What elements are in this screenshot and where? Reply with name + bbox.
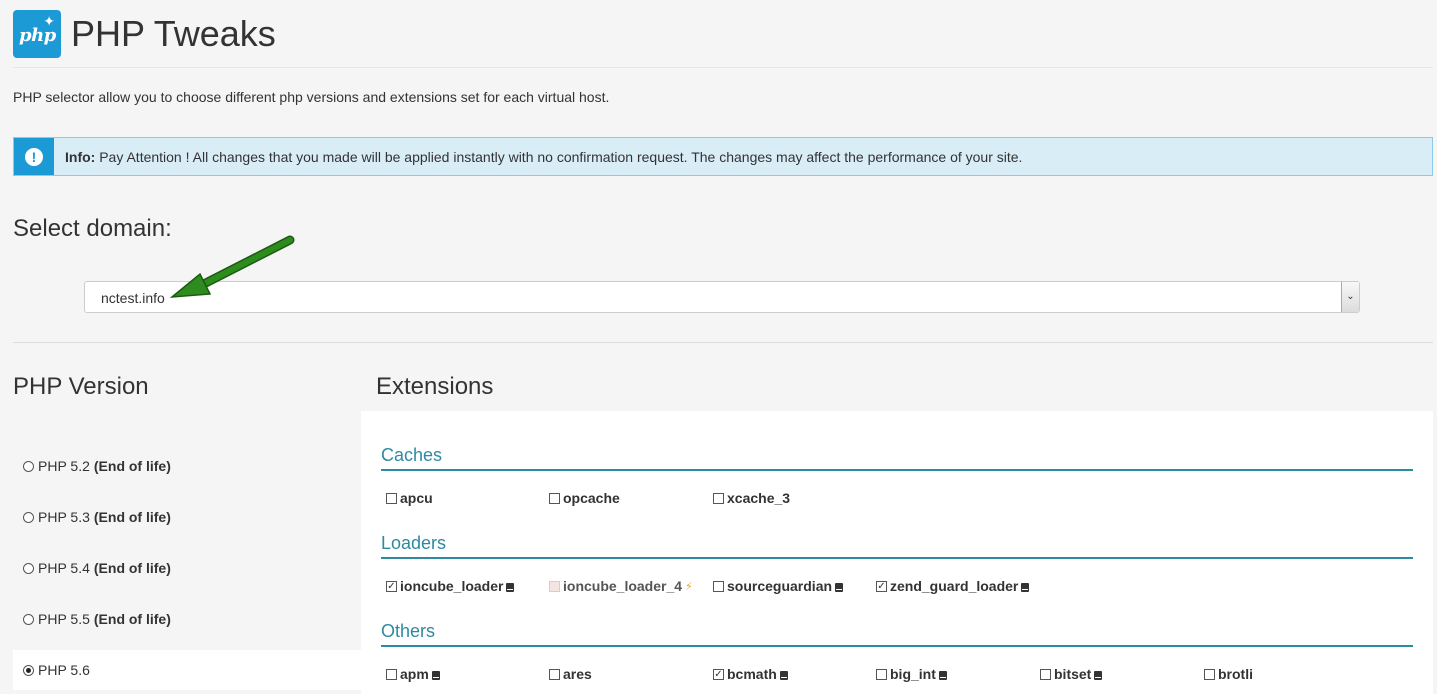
php-version-heading: PHP Version [13, 373, 149, 400]
radio-button[interactable] [23, 613, 34, 625]
php-version-label: PHP 5.5 [38, 611, 90, 627]
radio-button[interactable] [23, 562, 34, 574]
domain-select-value: nctest.info [101, 290, 165, 306]
radio-button[interactable] [23, 511, 34, 523]
extension-item[interactable]: ✓ ioncube_loader [386, 578, 515, 594]
extensions-heading: Extensions [376, 373, 494, 400]
extension-label: apm [400, 666, 429, 682]
extension-label: ares [563, 666, 592, 682]
documentation-icon[interactable] [431, 671, 440, 680]
checkbox-checked[interactable]: ✓ [713, 668, 724, 680]
checkbox[interactable] [713, 492, 724, 504]
exclamation-icon: ! [25, 147, 43, 166]
extension-item[interactable]: bitset [1040, 666, 1103, 682]
extension-label: bitset [1054, 666, 1092, 682]
extension-label: ioncube_loader [400, 578, 504, 594]
extension-label: sourceguardian [727, 578, 833, 594]
php-version-option[interactable]: PHP 5.5 (End of life) [13, 599, 361, 639]
php-version-note: (End of life) [93, 611, 171, 627]
info-alert: ! Info: Pay Attention ! All changes that… [13, 137, 1433, 176]
extension-item[interactable]: ✓ bcmath [713, 666, 788, 682]
group-divider [381, 469, 1413, 471]
extension-item[interactable]: brotli [1204, 666, 1253, 682]
php-version-label: PHP 5.4 [38, 560, 90, 576]
extension-item[interactable]: apm [386, 666, 440, 682]
title-divider [13, 67, 1433, 68]
checkbox[interactable] [1040, 668, 1051, 680]
extension-label: ioncube_loader_4 [563, 578, 683, 594]
extension-label: opcache [563, 490, 620, 506]
group-divider [381, 645, 1413, 647]
php-version-option[interactable]: PHP 5.4 (End of life) [13, 548, 361, 588]
extension-item[interactable]: ares [549, 666, 592, 682]
documentation-icon[interactable] [835, 583, 844, 592]
info-label: Info: [65, 148, 96, 165]
checkbox[interactable] [386, 492, 397, 504]
checkbox[interactable] [386, 668, 397, 680]
php-version-note: (End of life) [93, 458, 171, 474]
php-logo: ✦ php [13, 10, 61, 58]
group-title-others: Others [381, 621, 436, 641]
extension-item[interactable]: ✓ zend_guard_loader [876, 578, 1030, 594]
extension-label: zend_guard_loader [890, 578, 1019, 594]
documentation-icon[interactable] [938, 671, 947, 680]
section-divider [13, 342, 1433, 343]
checkbox[interactable] [713, 580, 724, 592]
lightning-icon: ⚡ [685, 580, 693, 593]
php-version-label: PHP 5.6 [38, 662, 90, 678]
group-title-caches: Caches [381, 445, 443, 465]
documentation-icon[interactable] [1021, 583, 1030, 592]
php-version-option-selected[interactable]: PHP 5.6 [13, 650, 361, 690]
php-version-note: (End of life) [93, 560, 171, 576]
checkbox[interactable] [1204, 668, 1215, 680]
page-description: PHP selector allow you to choose differe… [13, 89, 610, 105]
php-version-option[interactable]: PHP 5.3 (End of life) [13, 497, 361, 537]
extension-label: brotli [1218, 666, 1253, 682]
checkbox-checked[interactable]: ✓ [386, 580, 397, 592]
php-version-label: PHP 5.3 [38, 509, 90, 525]
chevron-down-icon[interactable]: ⌄ [1341, 282, 1359, 312]
extension-item[interactable]: xcache_3 [713, 490, 790, 506]
page-header: ✦ php PHP Tweaks [13, 9, 276, 59]
extension-label: big_int [890, 666, 936, 682]
documentation-icon[interactable] [779, 671, 788, 680]
extensions-panel: Caches apcu opcache xcache_3 Loaders ✓ i… [361, 411, 1433, 694]
extension-item[interactable]: opcache [549, 490, 620, 506]
php-version-label: PHP 5.2 [38, 458, 90, 474]
extension-item[interactable]: big_int [876, 666, 947, 682]
documentation-icon[interactable] [1094, 671, 1103, 680]
extension-label: bcmath [727, 666, 777, 682]
radio-button[interactable] [23, 460, 34, 472]
extension-item[interactable]: apcu [386, 490, 433, 506]
group-divider [381, 557, 1413, 559]
checkbox-disabled [549, 580, 560, 592]
php-logo-text: php [19, 25, 56, 46]
checkbox[interactable] [876, 668, 887, 680]
php-version-option[interactable]: PHP 5.2 (End of life) [13, 446, 361, 486]
group-title-loaders: Loaders [381, 533, 447, 553]
checkbox[interactable] [549, 668, 560, 680]
extension-label: xcache_3 [727, 490, 791, 506]
info-message: Info: Pay Attention ! All changes that y… [65, 149, 1022, 165]
extension-item[interactable]: sourceguardian [713, 578, 844, 594]
page-title: PHP Tweaks [71, 13, 276, 54]
checkbox[interactable] [549, 492, 560, 504]
documentation-icon[interactable] [506, 583, 515, 592]
info-icon-container: ! [14, 138, 54, 175]
php-version-note: (End of life) [93, 509, 171, 525]
select-domain-label: Select domain: [13, 215, 172, 242]
extension-item-disabled: ioncube_loader_4 ⚡ [549, 578, 693, 594]
extension-label: apcu [400, 490, 433, 506]
radio-button-selected[interactable] [23, 664, 34, 676]
checkbox-checked[interactable]: ✓ [876, 580, 887, 592]
green-arrow-annotation [170, 235, 295, 298]
php-version-list: PHP 5.2 (End of life) PHP 5.3 (End of li… [13, 440, 361, 694]
info-text: Pay Attention ! All changes that you mad… [99, 148, 1023, 165]
